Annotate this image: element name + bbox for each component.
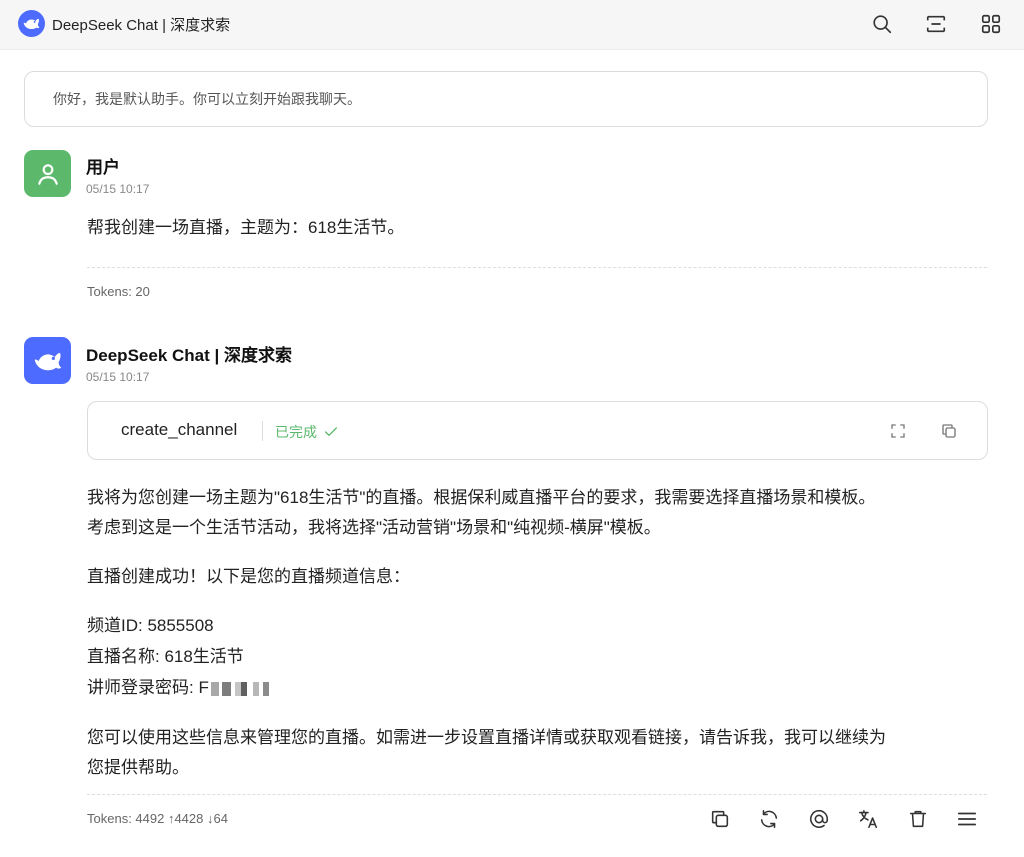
redacted-password <box>210 681 275 696</box>
message-time: 05/15 10:17 <box>86 182 150 196</box>
password-label: 讲师登录密码: F <box>87 678 209 697</box>
tool-name: create_channel <box>121 420 238 439</box>
search-icon[interactable] <box>868 10 896 38</box>
divider <box>87 267 987 268</box>
mention-icon[interactable] <box>806 806 832 832</box>
user-message-text: 帮我创建一场直播，主题为：618生活节。 <box>87 218 405 237</box>
assistant-paragraph: 考虑到这是一个生活节活动，我将选择"活动营销"场景和"纯视频-横屏"模板。 <box>87 518 661 537</box>
copy-icon[interactable] <box>707 806 733 832</box>
deepseek-logo-icon <box>18 10 45 37</box>
app-title: DeepSeek Chat | 深度求索 <box>52 17 231 34</box>
user-avatar <box>24 150 71 197</box>
grid-icon[interactable] <box>977 10 1005 38</box>
copy-icon[interactable] <box>937 419 961 443</box>
top-bar: DeepSeek Chat | 深度求索 <box>0 0 1024 50</box>
token-count: Tokens: 4492 ↑4428 ↓64 <box>87 811 228 826</box>
scan-icon[interactable] <box>922 10 950 38</box>
user-name: 用户 <box>86 158 120 177</box>
assistant-paragraph: 您提供帮助。 <box>87 758 189 777</box>
translate-icon[interactable] <box>855 806 881 832</box>
divider <box>262 421 263 441</box>
expand-icon[interactable] <box>886 419 910 443</box>
tool-status: 已完成 <box>275 422 339 442</box>
assistant-paragraph: 您可以使用这些信息来管理您的直播。如需进一步设置直播详情或获取观看链接，请告诉我… <box>87 728 886 747</box>
assistant-avatar <box>24 337 71 384</box>
channel-name: 直播名称: 618生活节 <box>87 647 244 666</box>
welcome-message: 你好，我是默认助手。你可以立刻开始跟我聊天。 <box>24 71 988 127</box>
divider <box>87 794 987 795</box>
menu-icon[interactable] <box>954 806 980 832</box>
token-count: Tokens: 20 <box>87 284 150 299</box>
channel-id: 频道ID: 5855508 <box>87 616 214 635</box>
check-icon <box>325 427 337 436</box>
lecturer-password: 讲师登录密码: F <box>87 673 275 703</box>
tool-call-card[interactable]: create_channel 已完成 <box>87 401 988 460</box>
welcome-text: 你好，我是默认助手。你可以立刻开始跟我聊天。 <box>53 91 361 107</box>
assistant-name: DeepSeek Chat | 深度求索 <box>86 346 292 365</box>
message-time: 05/15 10:17 <box>86 370 150 384</box>
assistant-paragraph: 直播创建成功！以下是您的直播频道信息： <box>87 567 410 586</box>
delete-icon[interactable] <box>905 806 931 832</box>
tool-status-label: 已完成 <box>275 424 317 440</box>
assistant-paragraph: 我将为您创建一场主题为"618生活节"的直播。根据保利威直播平台的要求，我需要选… <box>87 488 876 507</box>
regenerate-icon[interactable] <box>756 806 782 832</box>
